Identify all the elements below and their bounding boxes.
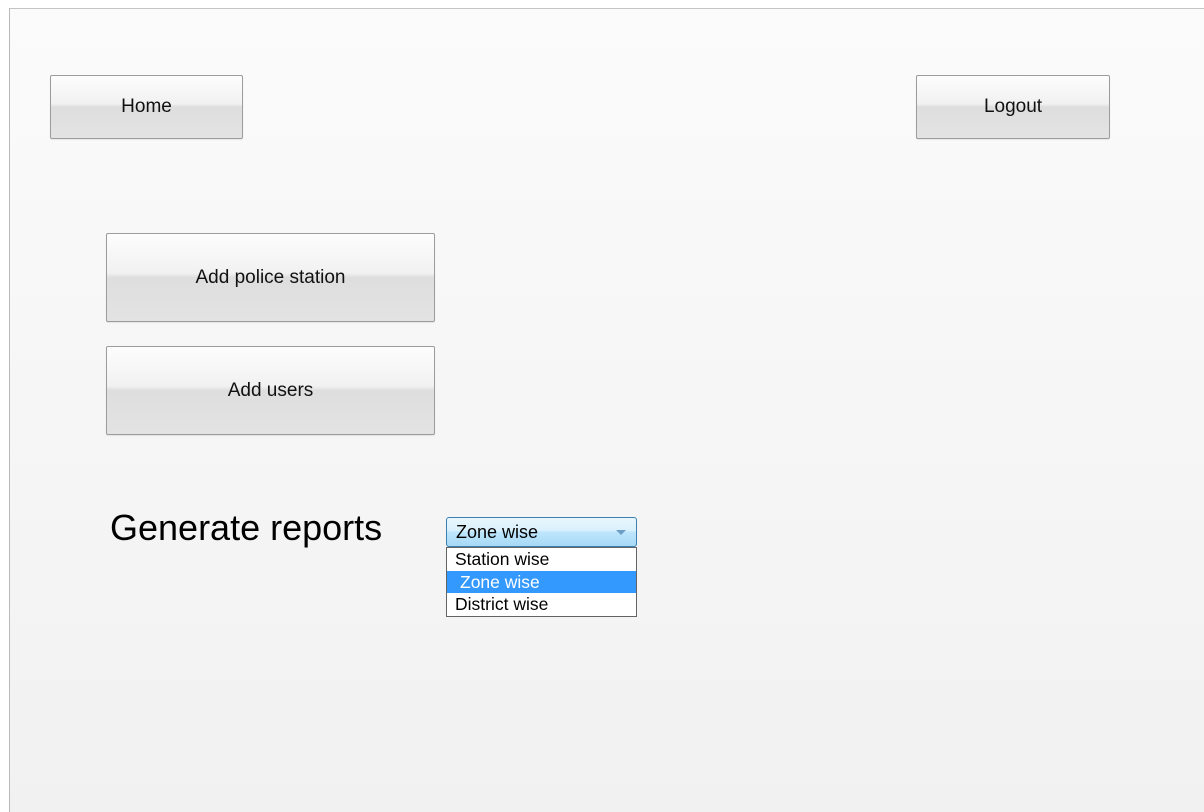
home-button-label: Home xyxy=(121,96,172,117)
app-window: Home Logout Add police station Add users… xyxy=(9,8,1204,812)
option-zone-wise[interactable]: Zone wise xyxy=(447,570,636,594)
generate-reports-label: Generate reports xyxy=(110,507,383,548)
add-users-label: Add users xyxy=(227,379,314,401)
add-police-station-button[interactable]: Add police station xyxy=(106,233,435,322)
option-station-wise[interactable]: Station wise xyxy=(447,548,636,571)
home-button[interactable]: Home xyxy=(50,75,243,139)
logout-button[interactable]: Logout xyxy=(916,75,1110,139)
add-police-station-label: Add police station xyxy=(195,266,346,288)
report-type-selected-value: Zone wise xyxy=(456,522,539,542)
logout-button-label: Logout xyxy=(983,96,1043,117)
chevron-down-icon[interactable] xyxy=(616,530,626,535)
report-type-options-list: Station wise Zone wise District wise xyxy=(446,547,637,617)
report-type-select[interactable]: Zone wise xyxy=(446,517,637,547)
add-users-button[interactable]: Add users xyxy=(106,346,435,435)
option-district-wise[interactable]: District wise xyxy=(447,593,636,616)
